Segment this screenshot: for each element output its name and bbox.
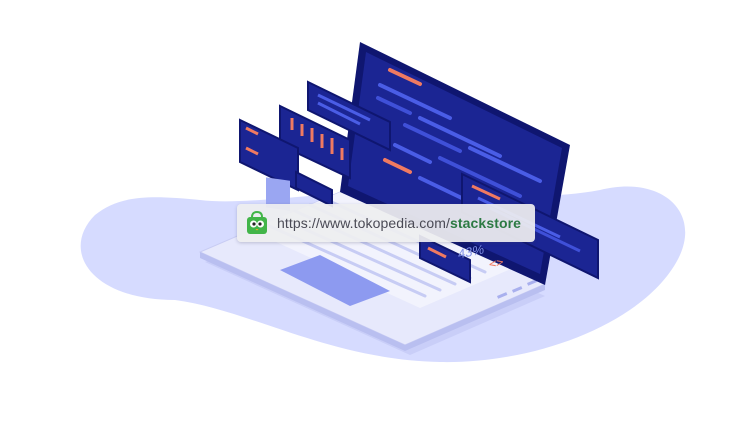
url-text: https://www.tokopedia.com/stackstore: [277, 204, 521, 242]
url-prefix: https://www.tokopedia.com/: [277, 215, 451, 231]
shop-bag-icon: [247, 210, 267, 234]
url-path: stackstore: [450, 215, 522, 231]
url-bar[interactable]: https://www.tokopedia.com/stackstore: [237, 204, 535, 242]
